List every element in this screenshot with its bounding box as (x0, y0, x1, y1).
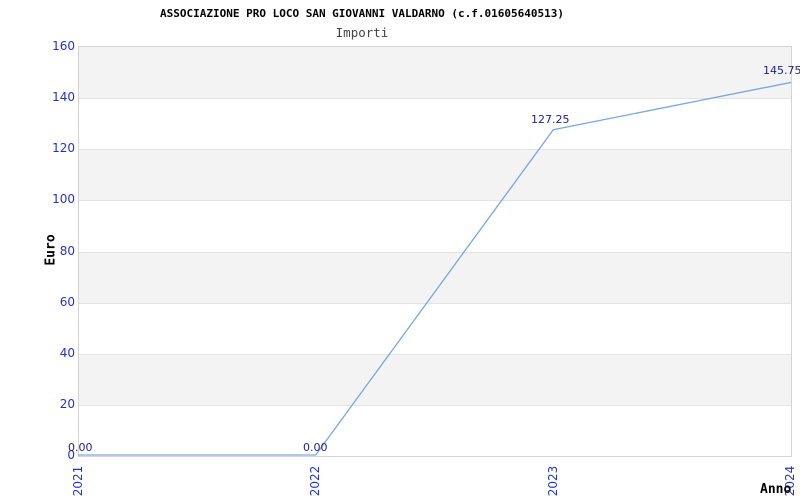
x-tick-label: 2022 (308, 465, 323, 497)
x-tick-label: 2023 (545, 465, 560, 497)
data-point-label: 145.75 (763, 64, 800, 77)
chart-canvas: ASSOCIAZIONE PRO LOCO SAN GIOVANNI VALDA… (0, 0, 800, 500)
grid-band (79, 200, 791, 252)
x-tick-label: 2021 (71, 465, 85, 497)
y-tick-label: 80 (59, 243, 75, 258)
y-tick-label: 60 (59, 294, 75, 309)
y-tick-label: 40 (59, 345, 75, 360)
grid-band (79, 405, 791, 456)
grid-band (79, 47, 791, 98)
chart-subtitle: Importi (335, 25, 389, 40)
grid-band (79, 252, 791, 303)
x-axis-title: Anno (760, 482, 792, 497)
data-point-label: 127.25 (531, 113, 570, 126)
y-tick-label: 140 (52, 90, 75, 105)
y-axis-title: Euro (43, 234, 59, 266)
grid-band (79, 98, 791, 149)
y-tick-label: 160 (52, 39, 75, 53)
grid-band (79, 303, 791, 354)
chart-title: ASSOCIAZIONE PRO LOCO SAN GIOVANNI VALDA… (160, 7, 564, 20)
plot-area (78, 46, 792, 457)
y-tick-label: 100 (52, 192, 75, 207)
data-point-label: 0.00 (303, 441, 328, 454)
grid-band (79, 354, 791, 405)
grid-band (79, 149, 791, 200)
y-tick-label: 20 (59, 396, 75, 411)
data-point-label: 0.00 (68, 441, 93, 454)
y-tick-label: 120 (52, 141, 75, 156)
